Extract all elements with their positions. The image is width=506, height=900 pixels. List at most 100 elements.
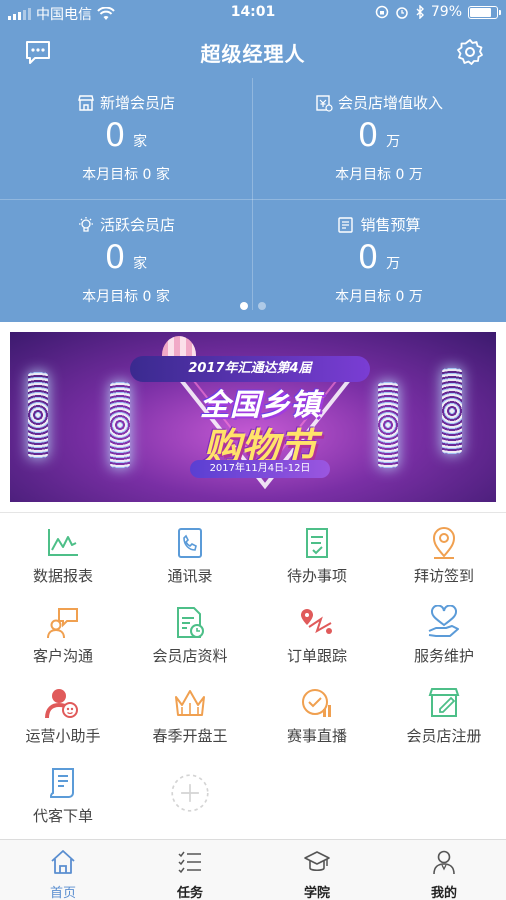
pager-dot[interactable] [258, 302, 266, 310]
stage-light-decoration [442, 368, 462, 454]
stat-label: 活跃会员店 [99, 216, 175, 234]
stat-label: 新增会员店 [99, 94, 175, 112]
grid-item-label: 拜访签到 [413, 567, 474, 585]
page-title: 超级经理人 [200, 42, 306, 66]
banner-date: 2017年11月4日-12日 [190, 460, 330, 478]
stat-new-stores[interactable]: 新增会员店 0 家 本月目标 0 家 [0, 78, 252, 199]
graduation-cap-icon [304, 851, 330, 872]
stat-store-revenue[interactable]: 会员店增值收入 0 万 本月目标 0 万 [253, 78, 505, 199]
grid-item-label: 春季开盘王 [152, 727, 228, 745]
tab-label: 学院 [303, 886, 330, 900]
grid-item-visit-checkin[interactable]: 拜访签到 [381, 513, 506, 593]
battery-percent: 79% [430, 4, 462, 20]
grid-item-contacts[interactable]: 通讯录 [127, 513, 253, 593]
grid-item-live-event[interactable]: 赛事直播 [254, 673, 380, 753]
tab-tasks[interactable]: 任务 [127, 840, 253, 900]
stage-light-decoration [28, 372, 48, 458]
grid-item-service[interactable]: 服务维护 [381, 593, 506, 673]
live-icon [302, 689, 331, 717]
stat-label: 销售预算 [360, 216, 421, 234]
grid-item-customer-chat[interactable]: 客户沟通 [0, 593, 126, 673]
stat-value-row: 0 万 [253, 116, 505, 154]
tab-label: 我的 [430, 886, 457, 900]
revenue-icon [316, 94, 333, 112]
store-icon [78, 94, 94, 111]
task-list-icon [178, 851, 201, 874]
grid-item-label: 服务维护 [413, 647, 474, 665]
grid-item-label: 客户沟通 [32, 647, 93, 665]
banner-section: 2017年汇通达第4届 全国乡镇 购物节 2017年11月4日-12日 [0, 322, 506, 512]
grid-item-label: 代客下单 [32, 807, 93, 825]
stat-value: 0 [104, 238, 126, 276]
grid-item-order-tracking[interactable]: 订单跟踪 [254, 593, 380, 673]
stat-value: 0 [357, 116, 379, 154]
bulb-icon [78, 216, 93, 232]
customer-chat-icon [47, 608, 78, 639]
bluetooth-icon [416, 5, 424, 19]
chart-icon [48, 529, 78, 556]
route-icon [301, 609, 332, 634]
document-icon [177, 607, 204, 638]
grid-item-ops-assistant[interactable]: 运营小助手 [0, 673, 126, 753]
plus-icon [171, 774, 209, 812]
alarm-icon [396, 7, 408, 19]
heart-hand-icon [428, 605, 459, 637]
order-icon [49, 768, 74, 798]
grid-item-store-profile[interactable]: 会员店资料 [127, 593, 253, 673]
store-register-icon [428, 688, 460, 717]
grid-item-label: 运营小助手 [25, 727, 101, 745]
banner-headline: 2017年汇通达第4届 [130, 356, 370, 382]
tab-label: 任务 [176, 886, 203, 900]
battery-fill [470, 7, 491, 17]
nav-bar: 超级经理人 [0, 26, 506, 78]
tab-mine[interactable]: 我的 [381, 840, 506, 900]
grid-item-spring-king[interactable]: 春季开盘王 [127, 673, 253, 753]
stat-label-row: 新增会员店 [0, 92, 252, 113]
stat-unit: 万 [386, 134, 401, 150]
location-icon [432, 527, 456, 559]
user-icon [433, 850, 455, 875]
grid-item-label: 订单跟踪 [286, 647, 347, 665]
crown-icon [175, 690, 205, 716]
stat-unit: 家 [133, 134, 148, 150]
stat-unit: 万 [386, 256, 401, 272]
stats-carousel[interactable]: 新增会员店 0 家 本月目标 0 家 会员店增值收入 0 万 本月目标 0 万 … [0, 78, 506, 322]
status-right: 79% [375, 4, 501, 20]
tab-home[interactable]: 首页 [0, 840, 126, 900]
stat-label: 会员店增值收入 [337, 94, 443, 112]
battery-icon [468, 5, 501, 19]
contacts-icon [178, 528, 202, 558]
status-bar: 中国电信 14:01 79% [0, 0, 506, 26]
tab-academy[interactable]: 学院 [254, 840, 380, 900]
stat-label-row: 销售预算 [253, 214, 505, 235]
grid-item-store-register[interactable]: 会员店注册 [381, 673, 506, 753]
promo-banner[interactable]: 2017年汇通达第4届 全国乡镇 购物节 2017年11月4日-12日 [10, 332, 496, 502]
stat-unit: 家 [133, 256, 148, 272]
grid-item-order-for-customer[interactable]: 代客下单 [0, 753, 126, 833]
carousel-pager[interactable] [0, 302, 506, 310]
stat-value-row: 0 万 [253, 238, 505, 276]
grid-item-label: 会员店资料 [152, 647, 228, 665]
stage-light-decoration [378, 382, 398, 468]
header-panel: 中国电信 14:01 79% 超级经理人 新增会员店 0 家 本月目标 0 家 … [0, 0, 506, 322]
stat-label-row: 活跃会员店 [0, 214, 252, 235]
grid-item-label: 赛事直播 [286, 727, 347, 745]
assistant-icon [45, 689, 78, 719]
home-icon [51, 850, 75, 874]
stat-target: 本月目标 0 万 [335, 167, 423, 183]
todo-icon [306, 528, 328, 558]
grid-item-label: 通讯录 [167, 567, 213, 585]
stage-light-decoration [110, 382, 130, 468]
stat-value: 0 [357, 238, 379, 276]
add-shortcut-button[interactable] [127, 753, 253, 833]
grid-item-data-report[interactable]: 数据报表 [0, 513, 126, 593]
stat-target: 本月目标 0 家 [82, 167, 170, 183]
tab-bar: 首页 任务 学院 我的 [0, 839, 506, 900]
gear-icon[interactable] [456, 38, 484, 66]
pager-dot-active[interactable] [240, 302, 248, 310]
function-grid: 数据报表 通讯录 待办事项 拜访签到 客户沟通 会员店资料 订单跟踪 服务维护 … [0, 513, 506, 839]
tab-label: 首页 [49, 886, 76, 900]
grid-item-todo[interactable]: 待办事项 [254, 513, 380, 593]
stat-value: 0 [104, 116, 126, 154]
budget-icon [338, 216, 354, 233]
